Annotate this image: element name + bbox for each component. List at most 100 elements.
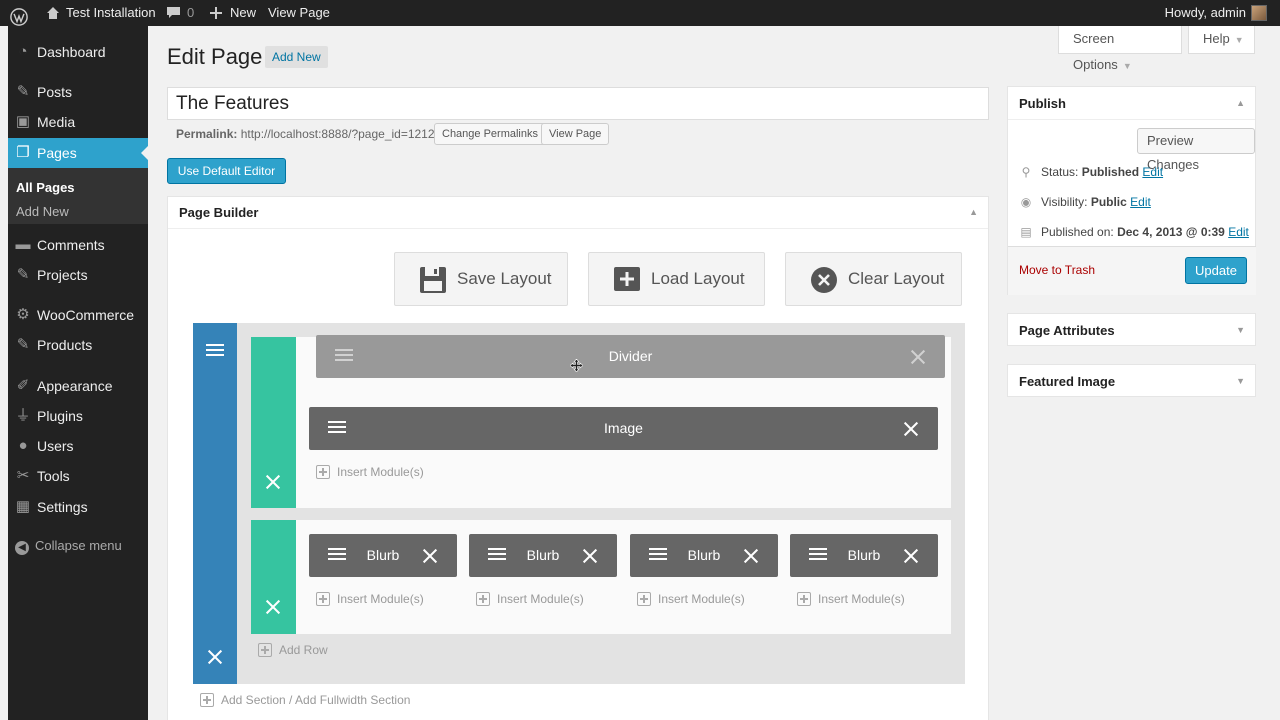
sidebar-item-users[interactable]: ● Users [8, 431, 148, 461]
preview-changes-button[interactable]: Preview Changes [1137, 128, 1255, 172]
sidebar-item-projects[interactable]: ✎ Projects [8, 260, 148, 290]
add-row-button[interactable]: Add Row [258, 643, 328, 657]
edit-status-link[interactable]: Edit [1142, 165, 1163, 179]
builder-row: Divider Image Insert Module(s) [251, 335, 951, 508]
sidebar-item-media[interactable]: ▣ Media [8, 107, 148, 137]
module-label: Image [604, 420, 643, 436]
plus-icon [210, 7, 222, 19]
module-image[interactable]: Image [309, 407, 938, 450]
divider [168, 228, 988, 229]
site-name-label: Test Installation [66, 5, 156, 20]
load-layout-label: Load Layout [651, 269, 745, 288]
caret-down-icon: ▼ [1122, 61, 1132, 71]
row-handle[interactable] [251, 337, 296, 508]
move-to-trash-link[interactable]: Move to Trash [1019, 263, 1095, 277]
save-layout-button[interactable]: Save Layout [394, 252, 568, 306]
insert-modules-button[interactable]: Insert Module(s) [476, 592, 584, 606]
module-close-icon[interactable] [904, 422, 918, 436]
admin-sidebar: ◔ Dashboard ✎ Posts ▣ Media ❐ Pages All … [8, 26, 148, 720]
admin-bar: Test Installation 0 New View Page Howdy,… [0, 0, 1280, 26]
expand-toggle-icon[interactable]: ▼ [1236, 376, 1245, 386]
module-blurb[interactable]: Blurb [469, 534, 617, 577]
floppy-disk-icon [420, 267, 446, 293]
sidebar-item-comments[interactable]: ▬ Comments [8, 230, 148, 260]
collapse-toggle-icon[interactable]: ▲ [969, 207, 978, 217]
page-attributes-box[interactable]: Page Attributes ▼ [1007, 313, 1256, 346]
visibility-label: Visibility: [1041, 195, 1088, 209]
insert-modules-button[interactable]: Insert Module(s) [316, 465, 424, 479]
use-default-editor-button[interactable]: Use Default Editor [167, 158, 286, 184]
module-blurb[interactable]: Blurb [790, 534, 938, 577]
insert-modules-label: Insert Module(s) [818, 592, 905, 606]
help-tab[interactable]: Help ▼ [1188, 26, 1255, 54]
clear-layout-button[interactable]: Clear Layout [785, 252, 962, 306]
permalink-label: Permalink: [176, 127, 238, 141]
edit-visibility-link[interactable]: Edit [1130, 195, 1151, 209]
expand-toggle-icon[interactable]: ▼ [1236, 325, 1245, 335]
page-title: Edit Page [167, 44, 263, 69]
permalink: Permalink: http://localhost:8888/?page_i… [176, 127, 435, 141]
insert-modules-button[interactable]: Insert Module(s) [797, 592, 905, 606]
sidebar-item-tools[interactable]: ✂ Tools [8, 461, 148, 491]
publish-box: Publish ▲ Preview Changes ⚲ Status: Publi… [1007, 86, 1256, 295]
module-close-icon[interactable] [904, 549, 918, 563]
howdy-user-link[interactable]: Howdy, admin [1165, 0, 1246, 26]
row-close-icon[interactable] [266, 475, 280, 489]
permalink-url[interactable]: http://localhost:8888/?page_id=1212 [241, 127, 435, 141]
module-close-icon[interactable] [583, 549, 597, 563]
sidebar-item-pages[interactable]: ❐ Pages [8, 138, 148, 168]
pin-icon: ✎ [16, 83, 30, 100]
sidebar-item-woocommerce[interactable]: ⚙ WooCommerce [8, 300, 148, 330]
close-circle-icon [811, 267, 837, 293]
post-title-input[interactable]: The Features [167, 87, 989, 120]
insert-modules-button[interactable]: Insert Module(s) [637, 592, 745, 606]
status-line: ⚲ Status: Published Edit [1019, 165, 1163, 179]
module-close-icon[interactable] [911, 350, 925, 364]
insert-modules-label: Insert Module(s) [658, 592, 745, 606]
collapse-menu-button[interactable]: ◀ Collapse menu [15, 538, 122, 555]
submenu-all-pages[interactable]: All Pages [16, 180, 75, 195]
published-on-line: ▤ Published on: Dec 4, 2013 @ 0:39 Edit [1019, 225, 1249, 239]
module-blurb[interactable]: Blurb [630, 534, 778, 577]
section-handle[interactable] [193, 323, 237, 684]
module-close-icon[interactable] [744, 549, 758, 563]
avatar[interactable] [1251, 5, 1267, 21]
view-page-link[interactable]: View Page [268, 0, 330, 26]
insert-modules-label: Insert Module(s) [337, 465, 424, 479]
update-button[interactable]: Update [1185, 257, 1247, 284]
module-close-icon[interactable] [423, 549, 437, 563]
move-cursor-icon [570, 359, 583, 372]
sidebar-item-label: Media [37, 114, 76, 130]
screen-options-tab[interactable]: Screen Options ▼ [1058, 26, 1182, 72]
sidebar-item-dashboard[interactable]: ◔ Dashboard [8, 37, 148, 67]
view-page-button[interactable]: View Page [541, 123, 610, 145]
module-divider[interactable]: Divider [316, 335, 945, 378]
plus-box-icon [476, 592, 490, 606]
sidebar-item-label: Appearance [37, 378, 113, 394]
insert-modules-button[interactable]: Insert Module(s) [316, 592, 424, 606]
sidebar-item-settings[interactable]: ▦ Settings [8, 492, 148, 522]
featured-image-box[interactable]: Featured Image ▼ [1007, 364, 1256, 397]
collapse-menu-label: Collapse menu [35, 538, 122, 553]
row-handle[interactable] [251, 520, 296, 634]
home-icon [47, 7, 59, 19]
row-close-icon[interactable] [266, 600, 280, 614]
section-close-icon[interactable] [208, 650, 222, 664]
module-blurb[interactable]: Blurb [309, 534, 457, 577]
edit-date-link[interactable]: Edit [1228, 225, 1249, 239]
add-section-button[interactable]: Add Section / Add Fullwidth Section [200, 693, 410, 707]
sidebar-item-products[interactable]: ✎ Products [8, 330, 148, 360]
add-new-button[interactable]: Add New [265, 46, 328, 68]
add-section-label: Add Section / Add Fullwidth Section [221, 693, 411, 707]
sidebar-item-plugins[interactable]: ⏚ Plugins [8, 401, 148, 431]
change-permalinks-button[interactable]: Change Permalinks [434, 123, 546, 145]
collapse-toggle-icon[interactable]: ▲ [1236, 98, 1245, 108]
published-on-value: Dec 4, 2013 @ 0:39 [1117, 225, 1225, 239]
load-layout-button[interactable]: Load Layout [588, 252, 765, 306]
section-drag-icon[interactable] [206, 344, 224, 357]
featured-image-title: Featured Image [1019, 374, 1116, 389]
submenu-add-new[interactable]: Add New [16, 204, 69, 219]
pages-submenu: All Pages Add New [8, 168, 148, 224]
sidebar-item-appearance[interactable]: ✐ Appearance [8, 371, 148, 401]
sidebar-item-posts[interactable]: ✎ Posts [8, 77, 148, 107]
